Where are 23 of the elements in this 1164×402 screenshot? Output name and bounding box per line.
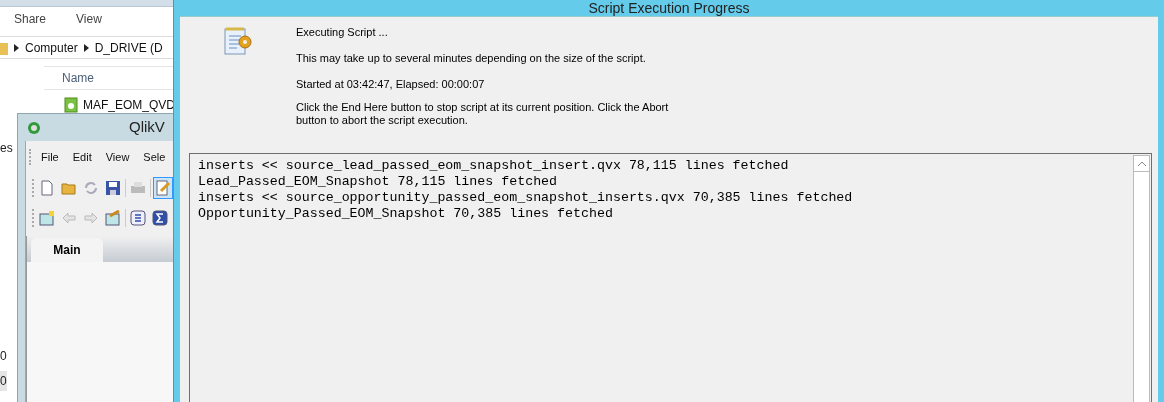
status-text: Executing Script ... xyxy=(296,26,389,39)
breadcrumb-item[interactable]: Computer xyxy=(25,38,78,57)
nav-item[interactable]: 0 xyxy=(0,347,7,367)
ribbon-tab[interactable]: View xyxy=(76,10,102,28)
log-line: Lead_Passed_EOM_Snapshot 78,115 lines fetched xyxy=(198,174,559,190)
log-line: Opportunity_Passed_EOM_Snapshot 70,385 lines fetched xyxy=(198,206,614,222)
nav-item[interactable]: es xyxy=(0,139,13,157)
menu-item[interactable]: Sele xyxy=(143,148,166,166)
menu-item[interactable]: File xyxy=(41,148,59,166)
file-name[interactable]: MAF_EOM_QVD xyxy=(83,96,175,114)
breadcrumb-item[interactable]: D_DRIVE (D xyxy=(94,38,163,57)
log-line: inserts << source_lead_passed_eom_snapshot_insert.qvx 78,115 lines fetched xyxy=(198,158,790,174)
sheet-tab[interactable]: Main xyxy=(31,238,103,262)
window-title: QlikV xyxy=(129,117,165,138)
nav-item[interactable]: 0 xyxy=(0,371,7,391)
info-text: This may take up to several minutes depending on the size of the script. xyxy=(296,52,647,65)
menu-item[interactable]: View xyxy=(105,148,130,166)
dialog-title: Script Execution Progress xyxy=(588,0,750,16)
ribbon-tab[interactable]: Share xyxy=(14,10,47,28)
elapsed-time-text: Started at 03:42:47, Elapsed: 00:00:07 xyxy=(296,78,486,91)
menu-item[interactable]: Edit xyxy=(72,148,92,166)
instructions-text: Click the End Here button to stop script at its current position. Click the Abort button to abort the script execution. xyxy=(296,101,670,127)
log-line: inserts << source_opportunity_passed_eom_snapshot_inserts.qvx 70,385 lines fetched xyxy=(198,190,854,206)
